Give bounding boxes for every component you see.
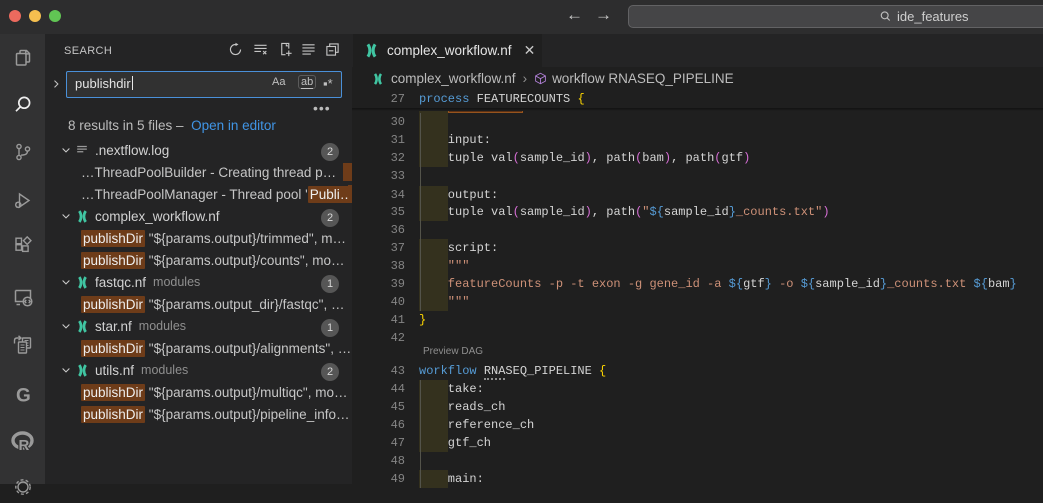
svg-text:G: G <box>16 386 31 407</box>
svg-text:R: R <box>18 437 29 454</box>
